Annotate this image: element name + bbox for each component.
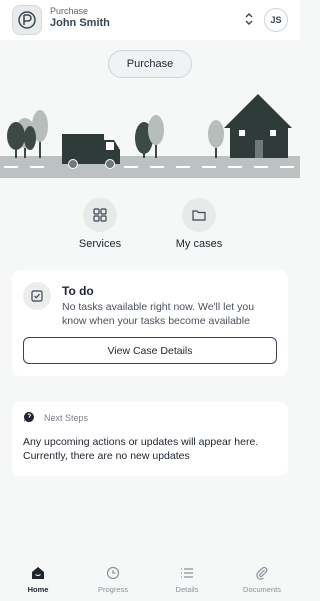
list-icon (179, 565, 195, 581)
nav-home[interactable]: Home (8, 565, 68, 595)
account-switcher-icon[interactable] (243, 10, 255, 28)
services-label: Services (78, 238, 122, 250)
nav-home-label: Home (27, 585, 49, 594)
view-case-details-button[interactable]: View Case Details (23, 337, 277, 364)
checkbox-icon (23, 282, 51, 310)
next-steps-card: Next Steps Any upcoming actions or updat… (12, 402, 288, 476)
nav-progress-label: Progress (97, 585, 128, 594)
home-icon (30, 565, 46, 581)
next-steps-body: Any upcoming actions or updates will app… (23, 436, 259, 462)
grid-icon (83, 198, 117, 232)
account-name: John Smith (50, 17, 110, 29)
my-cases-label: My cases (175, 238, 223, 250)
clock-icon (105, 565, 121, 581)
nav-details-label: Details (175, 585, 199, 594)
services-shortcut[interactable]: Services (55, 198, 145, 254)
nav-details[interactable]: Details (157, 565, 217, 595)
bottom-navigation: Home Progress Details Documents (0, 560, 300, 601)
todo-description: No tasks available right now. We'll let … (62, 301, 255, 327)
nav-documents-label: Documents (243, 585, 281, 594)
account-type-label: Purchase (50, 6, 89, 16)
truck-illustration (62, 134, 120, 169)
nav-progress[interactable]: Progress (83, 565, 143, 595)
house-illustration (224, 94, 292, 158)
moving-scene-illustration (0, 94, 300, 178)
avatar[interactable]: JS (264, 8, 288, 32)
todo-title: To do (62, 284, 94, 298)
todo-card: To do No tasks available right now. We'l… (12, 270, 288, 376)
chat-bubble-icon (23, 411, 34, 422)
next-steps-title: Next Steps (44, 413, 89, 423)
purchase-pill-button[interactable]: Purchase (108, 50, 192, 78)
paperclip-icon (254, 565, 270, 581)
top-bar: Purchase John Smith JS (0, 0, 300, 40)
tree-group-left (7, 110, 48, 158)
my-cases-shortcut[interactable]: My cases (154, 198, 244, 254)
tree-group-right (208, 120, 224, 158)
nav-documents[interactable]: Documents (232, 565, 292, 595)
tree-group-middle (135, 115, 164, 158)
logo-icon (18, 11, 36, 29)
app-logo[interactable] (12, 5, 42, 35)
folder-icon (182, 198, 216, 232)
